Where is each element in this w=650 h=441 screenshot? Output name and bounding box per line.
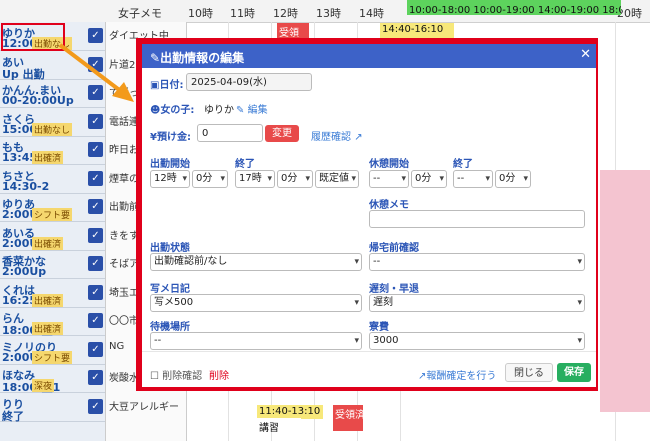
date-field[interactable]: 2025-04-09(水) <box>186 73 312 91</box>
users-icon: ☻ <box>150 105 161 116</box>
break-end-hour-select[interactable]: -- <box>453 170 493 188</box>
end-hour-select[interactable]: 17時 <box>235 170 275 188</box>
footer-divider <box>142 351 596 352</box>
photo-diary-label: 写メ日記 <box>150 284 190 295</box>
delete-button[interactable]: 削除 <box>209 367 229 382</box>
modal-header: ✎出勤情報の編集 ✕ <box>142 44 596 68</box>
return-check-select[interactable]: -- <box>369 253 585 271</box>
girl-name: ゆりか <box>204 105 234 116</box>
edit-girl-link[interactable]: ✎ 編集 <box>236 101 268 116</box>
start-label: 出勤開始 <box>150 159 190 170</box>
status-label: 出勤状態 <box>150 243 190 254</box>
wait-place-label: 待機場所 <box>150 322 190 333</box>
deposit-input[interactable]: 0 <box>197 124 263 142</box>
end-minute-select[interactable]: 0分 <box>277 170 313 188</box>
wait-place-select[interactable]: -- <box>150 332 362 350</box>
late-label: 遅刻・早退 <box>369 284 419 295</box>
start-minute-select[interactable]: 0分 <box>192 170 228 188</box>
return-check-label: 帰宅前確認 <box>369 243 419 254</box>
late-select[interactable]: 遅刻 <box>369 294 585 312</box>
break-start-hour-select[interactable]: -- <box>369 170 409 188</box>
dorm-fee-select[interactable]: 3000 <box>369 332 585 350</box>
girl-label: ☻女の子: <box>150 105 195 116</box>
break-end-minute-select[interactable]: 0分 <box>495 170 531 188</box>
checkbox-icon: ☐ <box>150 371 159 382</box>
break-memo-label: 休憩メモ <box>369 200 409 211</box>
end-label: 終了 <box>235 159 255 170</box>
change-deposit-button[interactable]: 変更 <box>265 125 299 142</box>
edit-icon: ✎ <box>150 51 161 65</box>
save-button[interactable]: 保存 <box>557 363 591 382</box>
break-memo-textarea[interactable] <box>369 210 585 228</box>
break-start-label: 休憩開始 <box>369 159 409 170</box>
date-label: ▣日付: <box>150 80 184 91</box>
close-button[interactable]: 閉じる <box>505 363 553 382</box>
dorm-fee-label: 寮費 <box>369 322 389 333</box>
photo-diary-select[interactable]: 写メ500 <box>150 294 362 312</box>
external-link-icon: ↗ <box>354 132 363 143</box>
delete-confirm-checkbox[interactable]: ☐ 削除確認 <box>150 367 202 382</box>
pencil-icon: ✎ <box>236 105 245 116</box>
close-icon[interactable]: ✕ <box>580 47 591 62</box>
confirm-pay-link[interactable]: ↗報酬確定を行う <box>418 367 496 382</box>
break-end-label: 終了 <box>453 159 473 170</box>
modal-title: ✎出勤情報の編集 <box>150 51 245 65</box>
edit-attendance-modal: ✎出勤情報の編集 ✕ ▣日付: 2025-04-09(水) ☻女の子: ゆりか … <box>142 44 596 387</box>
deposit-label: ¥預け金: <box>150 132 191 143</box>
default-value-select[interactable]: 既定値 <box>315 170 359 188</box>
history-link[interactable]: 履歴確認 ↗ <box>311 128 363 143</box>
start-hour-select[interactable]: 12時 <box>150 170 190 188</box>
break-start-minute-select[interactable]: 0分 <box>411 170 447 188</box>
status-select[interactable]: 出勤確認前/なし <box>150 253 362 271</box>
